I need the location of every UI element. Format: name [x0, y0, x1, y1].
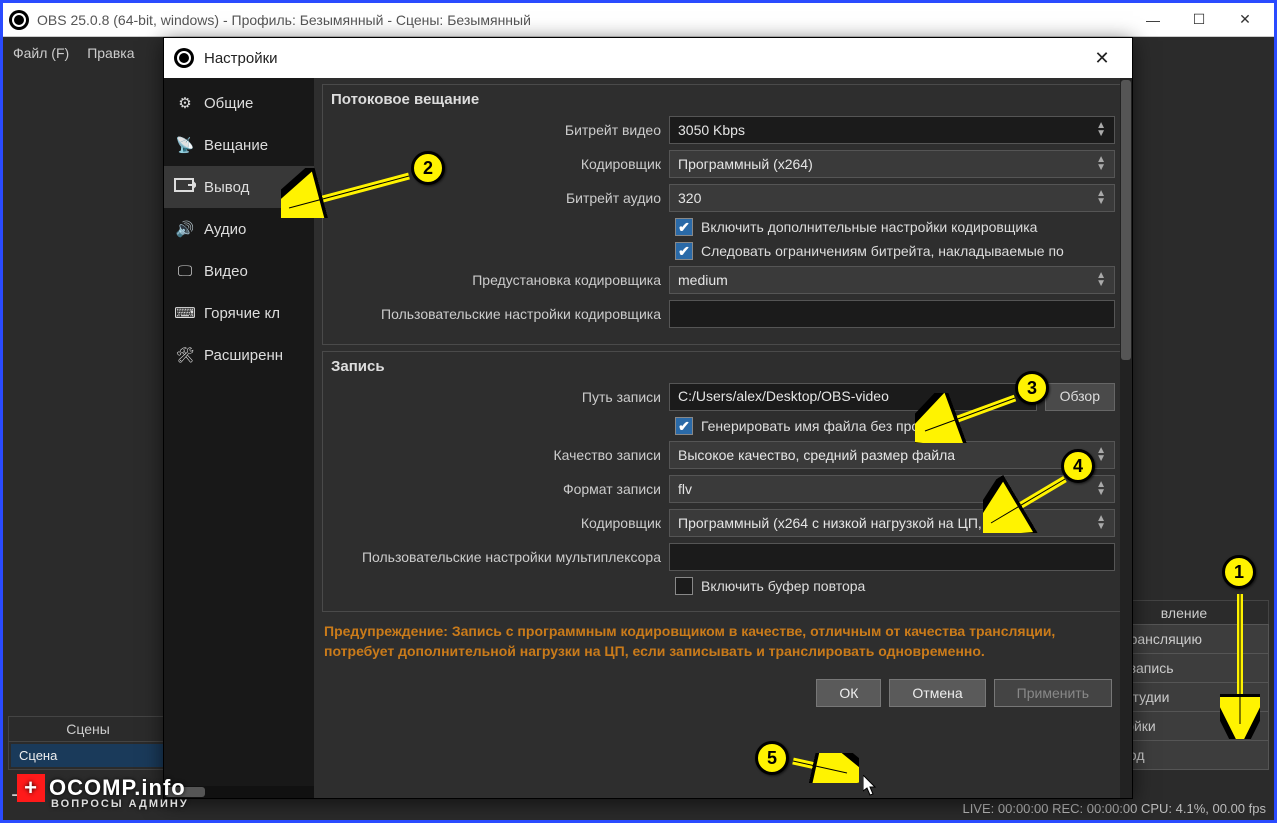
- sidebar-item-stream[interactable]: 📡 Вещание: [164, 124, 314, 166]
- annotation-arrow-1: [1220, 589, 1260, 739]
- sidebar-item-advanced[interactable]: 🛠 Расширенн: [164, 334, 314, 376]
- scenes-dock-title: Сцены: [8, 716, 168, 742]
- dialog-obs-icon: [174, 48, 194, 68]
- mux-input[interactable]: [669, 543, 1115, 571]
- annotation-arrow-4: [983, 473, 1073, 533]
- annotation-bubble-4: 4: [1061, 449, 1095, 483]
- scenes-list[interactable]: Сцена: [8, 742, 168, 770]
- preset-label: Предустановка кодировщика: [331, 272, 661, 288]
- browse-button[interactable]: Обзор: [1045, 383, 1115, 411]
- watermark-plus-icon: +: [17, 774, 45, 802]
- cancel-button[interactable]: Отмена: [889, 679, 985, 707]
- annotation-bubble-1: 1: [1222, 555, 1256, 589]
- no-space-checkbox[interactable]: [675, 417, 693, 435]
- sidebar-label: Горячие кл: [204, 305, 280, 322]
- video-bitrate-input[interactable]: 3050 Kbps▲▼: [669, 116, 1115, 144]
- replay-buffer-checkbox[interactable]: [675, 577, 693, 595]
- annotation-arrow-3: [915, 393, 1025, 443]
- preset-select[interactable]: medium▲▼: [669, 266, 1115, 294]
- no-space-label: Генерировать имя файла без пробела: [701, 418, 950, 434]
- watermark: +OCOMP.info ВОПРОСЫ АДМИНУ: [17, 774, 189, 810]
- dialog-close-button[interactable]: ✕: [1082, 48, 1122, 69]
- sidebar-item-general[interactable]: ⚙ Общие: [164, 82, 314, 124]
- gear-icon: ⚙: [174, 92, 196, 114]
- recording-title: Запись: [331, 358, 1115, 375]
- obs-logo-icon: [9, 10, 29, 30]
- annotation-arrow-5: [789, 753, 859, 783]
- path-label: Путь записи: [331, 389, 661, 405]
- advanced-encoder-label: Включить дополнительные настройки кодиро…: [701, 219, 1037, 235]
- maximize-button[interactable]: ☐: [1176, 4, 1222, 36]
- mux-label: Пользовательские настройки мультиплексор…: [331, 549, 661, 565]
- advanced-encoder-checkbox[interactable]: [675, 218, 693, 236]
- sidebar-label: Вещание: [204, 137, 268, 154]
- mouse-cursor-icon: [863, 775, 879, 797]
- scene-item[interactable]: Сцена: [11, 744, 165, 767]
- minimize-button[interactable]: —: [1130, 4, 1176, 36]
- tools-icon: 🛠: [174, 344, 196, 366]
- keyboard-icon: ⌨: [174, 302, 196, 324]
- sidebar-item-hotkeys[interactable]: ⌨ Горячие кл: [164, 292, 314, 334]
- annotation-bubble-5: 5: [755, 741, 789, 775]
- enforce-bitrate-checkbox[interactable]: [675, 242, 693, 260]
- dialog-title: Настройки: [204, 50, 1082, 67]
- custom-encoder-label: Пользовательские настройки кодировщика: [331, 306, 661, 322]
- video-bitrate-label: Битрейт видео: [331, 122, 661, 138]
- sidebar-label: Вывод: [204, 179, 249, 196]
- content-scrollbar[interactable]: [1120, 78, 1132, 798]
- speaker-icon: 🔊: [174, 218, 196, 240]
- status-bar: LIVE: 00:00:00 REC: 00:00:00 CPU: 4.1%, …: [962, 801, 1266, 816]
- close-button[interactable]: ✕: [1222, 4, 1268, 36]
- annotation-bubble-3: 3: [1015, 371, 1049, 405]
- annotation-arrow-2: [281, 168, 416, 218]
- format-label: Формат записи: [331, 481, 661, 497]
- monitor-icon: 🖵: [174, 260, 196, 282]
- quality-select[interactable]: Высокое качество, средний размер файла▲▼: [669, 441, 1115, 469]
- menu-file[interactable]: Файл (F): [13, 45, 69, 61]
- sidebar-item-video[interactable]: 🖵 Видео: [164, 250, 314, 292]
- quality-label: Качество записи: [331, 447, 661, 463]
- audio-bitrate-select[interactable]: 320▲▼: [669, 184, 1115, 212]
- ok-button[interactable]: ОК: [816, 679, 881, 707]
- main-titlebar: OBS 25.0.8 (64-bit, windows) - Профиль: …: [3, 3, 1274, 37]
- streaming-group: Потоковое вещание Битрейт видео 3050 Kbp…: [322, 84, 1124, 345]
- sidebar-label: Видео: [204, 263, 248, 280]
- sidebar-label: Общие: [204, 95, 253, 112]
- dialog-titlebar: Настройки ✕: [164, 38, 1132, 78]
- output-icon: [174, 176, 196, 198]
- warning-text: Предупреждение: Запись с программным код…: [322, 612, 1124, 671]
- sidebar-label: Аудио: [204, 221, 246, 238]
- replay-buffer-label: Включить буфер повтора: [701, 578, 865, 594]
- apply-button[interactable]: Применить: [994, 679, 1112, 707]
- antenna-icon: 📡: [174, 134, 196, 156]
- main-window-title: OBS 25.0.8 (64-bit, windows) - Профиль: …: [37, 12, 1130, 28]
- encoder-select[interactable]: Программный (x264)▲▼: [669, 150, 1115, 178]
- streaming-title: Потоковое вещание: [331, 91, 1115, 108]
- enforce-bitrate-label: Следовать ограничениям битрейта, наклады…: [701, 243, 1064, 259]
- rec-encoder-label: Кодировщик: [331, 515, 661, 531]
- menu-edit[interactable]: Правка: [87, 45, 134, 61]
- custom-encoder-input[interactable]: [669, 300, 1115, 328]
- sidebar-label: Расширенн: [204, 347, 283, 364]
- annotation-bubble-2: 2: [411, 151, 445, 185]
